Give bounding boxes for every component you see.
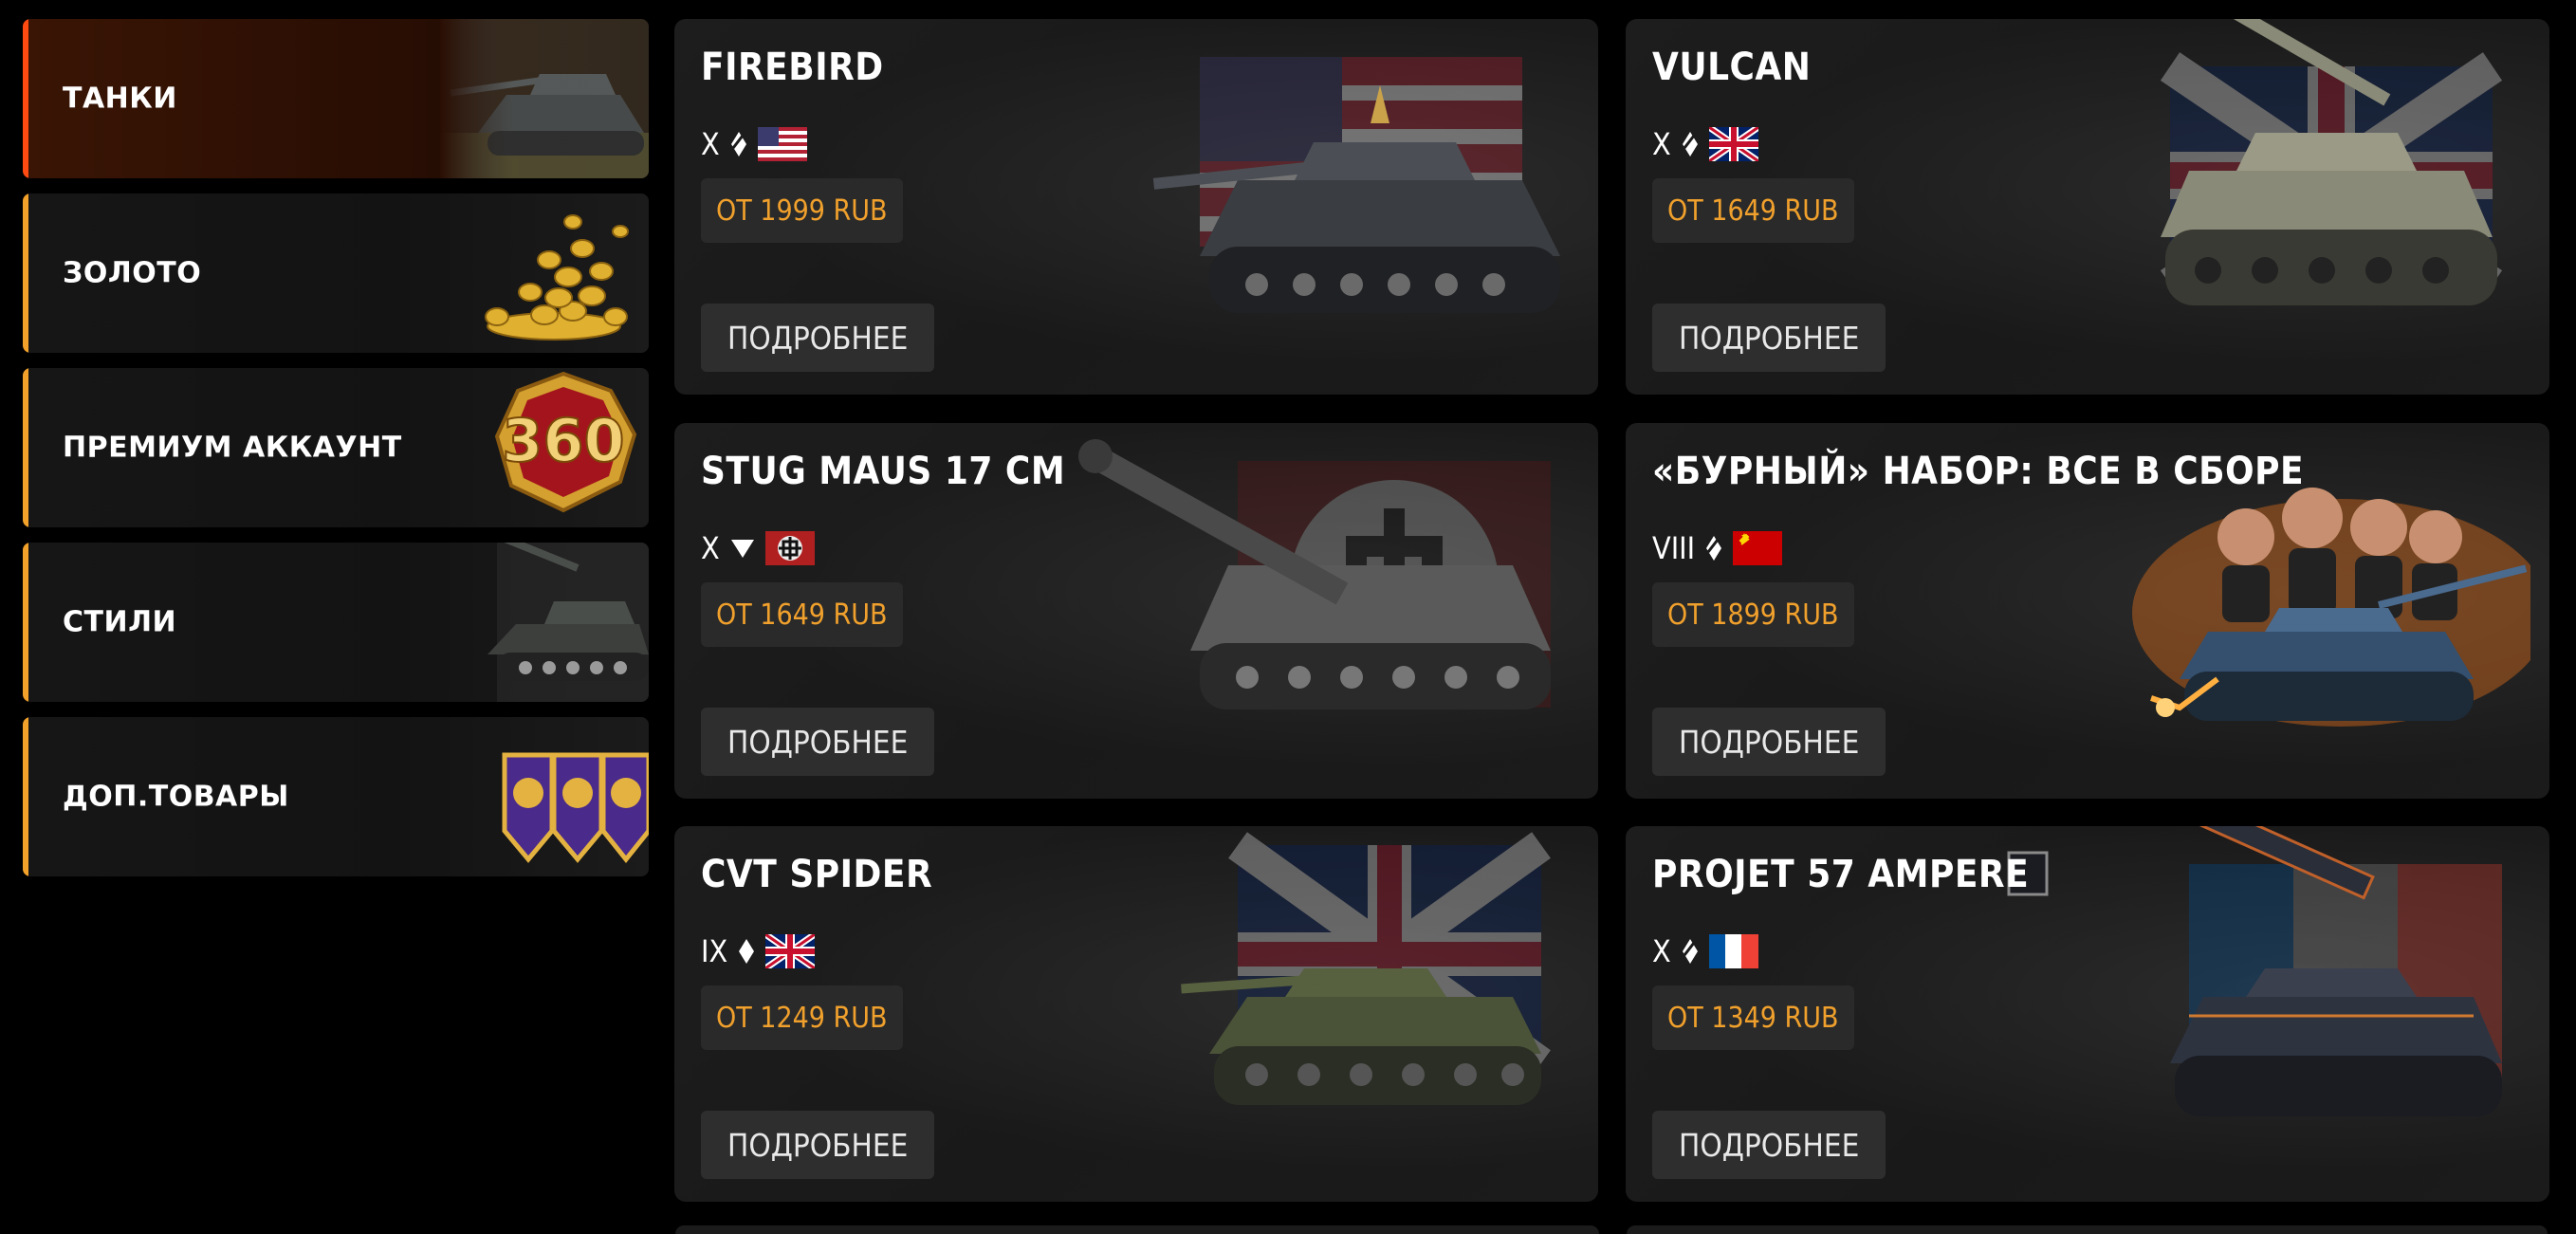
heavy-icon: [1682, 132, 1698, 157]
tank-meta: VIII: [1652, 529, 1783, 567]
tank-meta: X: [701, 125, 807, 163]
tank-title: FIREBIRD: [701, 46, 884, 89]
details-button[interactable]: ПОДРОБНЕЕ: [701, 304, 935, 372]
heavy-icon: [1706, 536, 1722, 561]
tank-title: CVT SPIDER: [701, 853, 933, 896]
product-card: «БУРНЫЙ» НАБОР: ВСЕ В СБОРЕ VIII ОТ 1899…: [1626, 423, 2549, 799]
price-tag: ОТ 1349 RUB: [1652, 985, 1854, 1050]
price-tag: ОТ 1649 RUB: [701, 582, 903, 647]
sidebar-item-label: ПРЕМИУМ АККАУНТ: [63, 431, 402, 465]
tier-label: VIII: [1652, 530, 1696, 566]
tank-image: [2153, 19, 2503, 305]
tier-label: X: [701, 530, 720, 566]
price-tag: ОТ 1899 RUB: [1652, 582, 1854, 647]
uk-flag: [765, 934, 816, 968]
price-tag: ОТ 1249 RUB: [701, 985, 903, 1050]
sidebar-item-premium[interactable]: ПРЕМИУМ АККАУНТ 360: [23, 368, 649, 527]
sidebar-item-label: СТИЛИ: [63, 605, 177, 639]
tier-label: X: [1652, 933, 1671, 969]
tier-label: X: [701, 126, 720, 162]
premium-360-badge: 360: [494, 371, 637, 513]
details-button[interactable]: ПОДРОБНЕЕ: [701, 708, 935, 776]
sidebar-item-extras[interactable]: ДОП.ТОВАРЫ: [23, 717, 649, 876]
tank-meta: X: [701, 529, 815, 567]
badges-thumb: [502, 752, 649, 864]
price-tag: ОТ 1999 RUB: [701, 178, 903, 243]
france-flag: [1708, 934, 1758, 968]
usa-flag: [757, 127, 807, 161]
details-button[interactable]: ПОДРОБНЕЕ: [701, 1111, 935, 1179]
product-card: VULCAN X ОТ 1649 RUB ПОДРОБНЕЕ: [1626, 19, 2549, 395]
tank-image: [1181, 832, 1551, 1105]
sidebar-item-gold[interactable]: ЗОЛОТО: [23, 193, 649, 353]
product-card: FIREBIRD X ОТ 1999 RUB ПОДРОБНЕЕ: [674, 19, 1598, 395]
details-button[interactable]: ПОДРОБНЕЕ: [1652, 708, 1886, 776]
tank-image: [1078, 439, 1551, 709]
sidebar-item-label: ТАНКИ: [63, 82, 177, 116]
tier-label: IX: [701, 933, 728, 969]
product-card: CVT SPIDER IX ОТ 1249 RUB ПОДРОБНЕЕ: [674, 826, 1598, 1202]
styled-tank-thumb: [479, 543, 649, 702]
tank-meta: X: [1652, 932, 1758, 970]
sidebar-item-label: ЗОЛОТО: [63, 256, 202, 290]
price-tag: ОТ 1649 RUB: [1652, 178, 1854, 243]
tank-thumb: [440, 19, 649, 178]
td-icon: [730, 540, 754, 558]
germany-flag: [764, 531, 815, 565]
tank-image: [2007, 826, 2502, 1116]
bundle-title: «БУРНЫЙ» НАБОР: ВСЕ В СБОРЕ: [1652, 450, 2305, 493]
tank-title: VULCAN: [1652, 46, 1812, 89]
heavy-icon: [730, 132, 746, 157]
sidebar-item-label: ДОП.ТОВАРЫ: [63, 780, 289, 814]
product-card: PROJET 57 AMPERE X ОТ 1349 RUB ПОДРОБНЕЕ: [1626, 826, 2549, 1202]
svg-text:360: 360: [502, 406, 624, 475]
ussr-flag: [1733, 531, 1783, 565]
tier-label: X: [1652, 126, 1671, 162]
details-button[interactable]: ПОДРОБНЕЕ: [1652, 1111, 1886, 1179]
sidebar-item-styles[interactable]: СТИЛИ: [23, 543, 649, 702]
next-row-edge: [675, 1225, 2548, 1234]
details-button[interactable]: ПОДРОБНЕЕ: [1652, 304, 1886, 372]
tank-meta: X: [1652, 125, 1758, 163]
gold-coins-thumb: [485, 214, 629, 341]
tank-meta: IX: [701, 932, 816, 970]
category-sidebar: ТАНКИ ЗОЛОТО ПРЕМИУМ АККАУНТ 360 СТИЛИ Д…: [23, 19, 649, 892]
light-icon: [739, 939, 755, 964]
tank-image: [1152, 57, 1560, 313]
tank-title: STUG MAUS 17 CM: [701, 450, 1066, 493]
uk-flag: [1708, 127, 1758, 161]
sidebar-item-tanks[interactable]: ТАНКИ: [23, 19, 649, 178]
product-card: STUG MAUS 17 CM X ОТ 1649 RUB ПОДРОБНЕЕ: [674, 423, 1598, 799]
heavy-icon: [1682, 939, 1698, 964]
tank-title: PROJET 57 AMPERE: [1652, 853, 2030, 896]
